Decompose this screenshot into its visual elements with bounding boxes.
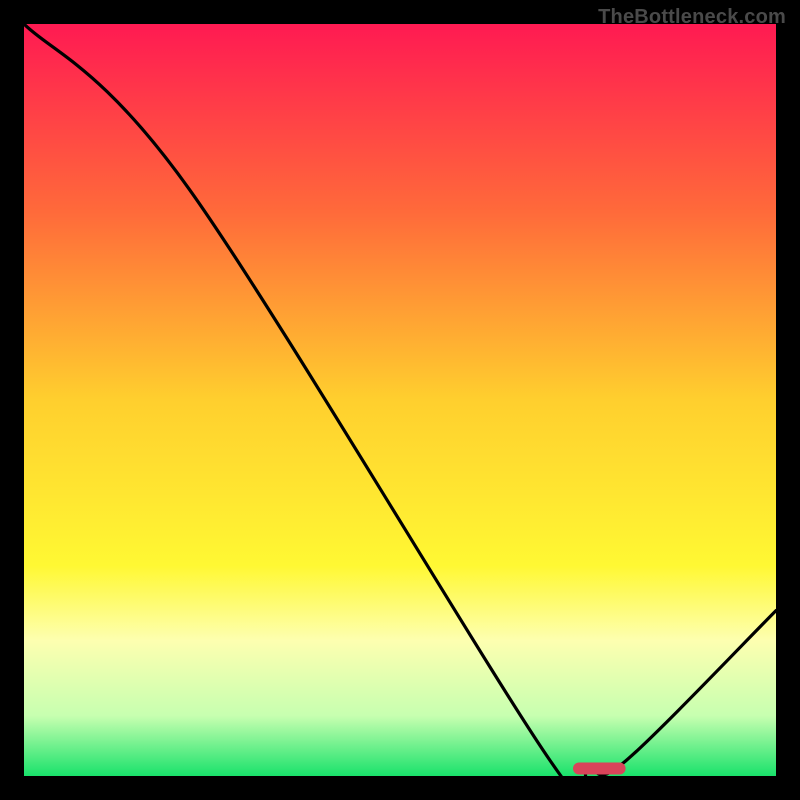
plot-svg bbox=[24, 24, 776, 776]
plot-area bbox=[24, 24, 776, 776]
optimal-range-marker bbox=[573, 763, 626, 775]
chart-container: TheBottleneck.com bbox=[0, 0, 800, 800]
gradient-rect bbox=[24, 24, 776, 776]
